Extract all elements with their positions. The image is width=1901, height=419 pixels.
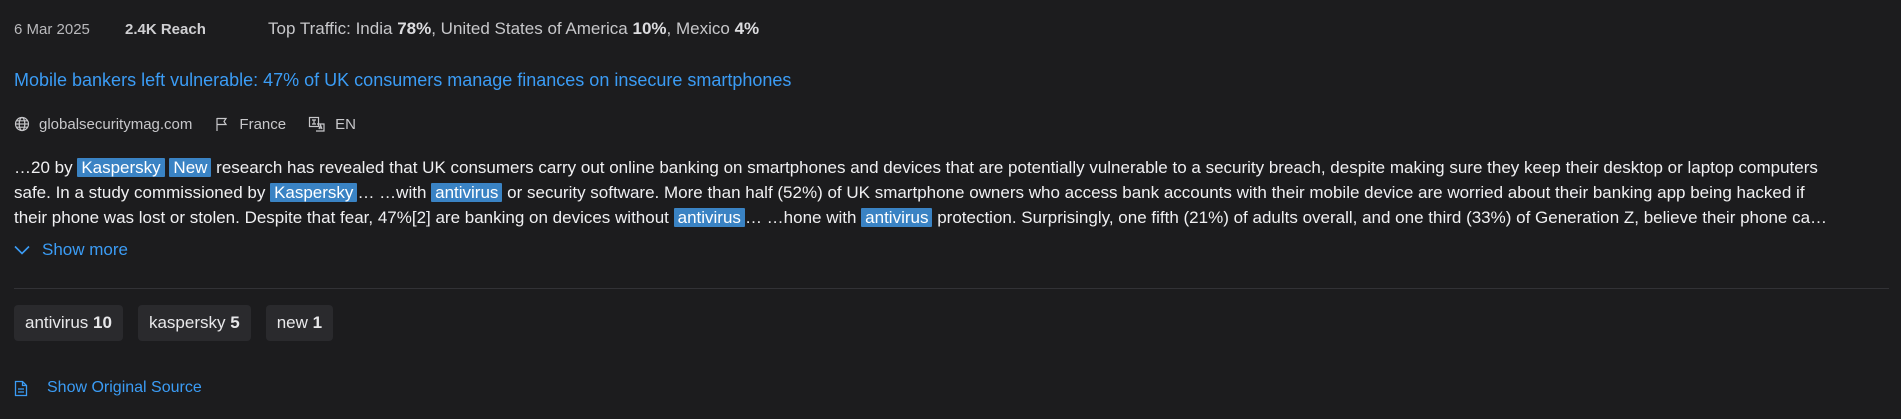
top-traffic-label: Top Traffic: <box>268 19 351 38</box>
tag-count: 1 <box>312 313 323 332</box>
tag-name: kaspersky <box>148 313 226 332</box>
article-snippet: …20 by Kaspersky New research has reveal… <box>14 155 1888 230</box>
traffic-pct: 10% <box>632 19 667 38</box>
show-more-label: Show more <box>42 240 128 259</box>
show-original-source-link[interactable]: Show Original Source <box>14 379 202 397</box>
article-title-link[interactable]: Mobile bankers left vulnerable: 47% of U… <box>14 70 791 91</box>
translate-icon <box>308 116 325 132</box>
tag-kaspersky[interactable]: kaspersky 5 <box>137 305 251 341</box>
tag-new[interactable]: new 1 <box>265 305 334 341</box>
divider <box>14 288 1889 289</box>
show-original-source-label: Show Original Source <box>47 379 202 396</box>
keyword-highlight: New <box>169 158 212 177</box>
tag-count: 10 <box>93 313 112 332</box>
source-language: EN <box>308 116 356 133</box>
source-domain-text: globalsecuritymag.com <box>39 115 193 133</box>
keyword-highlight: antivirus <box>431 183 503 202</box>
reach-count: 2.4K Reach <box>125 20 206 38</box>
traffic-country: United States of America <box>440 19 628 38</box>
snippet-line: …20 by Kaspersky New research has reveal… <box>14 158 1818 177</box>
tag-name: new <box>276 313 308 332</box>
top-traffic: Top Traffic: India 78%, United States of… <box>268 19 760 38</box>
document-icon <box>14 380 28 396</box>
globe-icon <box>14 116 30 132</box>
source-country-text: France <box>239 115 287 133</box>
source-info: globalsecuritymag.com France EN <box>14 114 378 134</box>
article-meta: 6 Mar 2025 2.4K Reach Top Traffic: India… <box>14 19 759 39</box>
tag-name: antivirus <box>25 313 89 332</box>
traffic-country: Mexico <box>675 19 730 38</box>
show-more-button[interactable]: Show more <box>14 240 128 260</box>
flag-icon <box>216 117 228 131</box>
traffic-pct: 78% <box>397 19 432 38</box>
keyword-tags: antivirus 10 kaspersky 5 new 1 <box>14 305 348 341</box>
keyword-highlight: antivirus <box>861 208 933 227</box>
keyword-highlight: Kaspersky <box>270 183 358 202</box>
chevron-down-icon <box>14 245 30 255</box>
publish-date: 6 Mar 2025 <box>14 20 90 38</box>
snippet-line: their phone was lost or stolen. Despite … <box>14 208 1828 227</box>
source-language-text: EN <box>335 115 356 133</box>
tag-count: 5 <box>230 313 240 332</box>
snippet-line: safe. In a study commissioned by Kaspers… <box>14 183 1805 202</box>
traffic-country: India <box>355 19 393 38</box>
tag-antivirus[interactable]: antivirus 10 <box>14 305 123 341</box>
keyword-highlight: Kaspersky <box>77 158 165 177</box>
keyword-highlight: antivirus <box>673 208 745 227</box>
traffic-pct: 4% <box>734 19 760 38</box>
source-domain: globalsecuritymag.com <box>14 116 192 133</box>
source-country: France <box>214 116 286 133</box>
